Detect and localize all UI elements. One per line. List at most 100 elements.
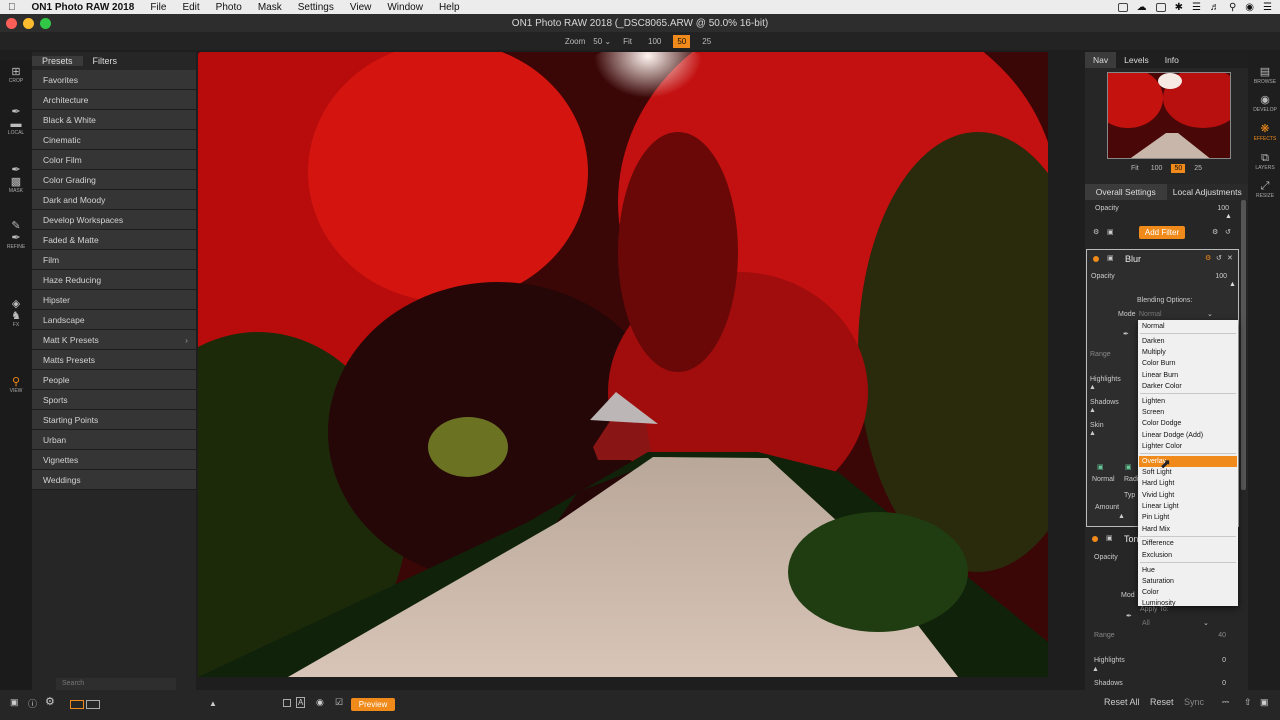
shadows-slider[interactable]: ▲	[1089, 407, 1096, 414]
tab-overall-settings[interactable]: Overall Settings	[1085, 184, 1167, 200]
blend-mode-option[interactable]: Hard Light	[1142, 478, 1236, 489]
menu-help[interactable]: Help	[431, 2, 468, 13]
tab-info[interactable]: Info	[1157, 52, 1187, 68]
zoom-25-button[interactable]: 25	[698, 35, 715, 48]
amount-slider[interactable]: ▲	[1118, 513, 1125, 520]
refine-tool[interactable]: ✎ ✒ REFINE	[0, 220, 32, 250]
preset-category-item[interactable]: Matt K Presets ›	[32, 330, 196, 350]
module-develop[interactable]: ◉ DEVELOP	[1250, 94, 1280, 113]
preset-category-item[interactable]: Faded & Matte	[32, 230, 196, 250]
mode-chevron-icon[interactable]: ⌄	[1207, 310, 1213, 318]
menu-file[interactable]: File	[142, 2, 174, 13]
blend-mode-option[interactable]: Difference	[1142, 538, 1236, 549]
blend-mode-option[interactable]: Screen	[1142, 407, 1236, 418]
local-tool[interactable]: ✒ ▬ LOCAL	[0, 106, 32, 136]
sync-button[interactable]: Sync	[1184, 697, 1204, 707]
blend-mode-option[interactable]: Darken	[1142, 336, 1236, 347]
settings-gear-icon[interactable]: ⚙	[1212, 228, 1218, 236]
blend-mode-option[interactable]: Darker Color	[1142, 381, 1236, 392]
photo-canvas[interactable]	[198, 52, 1048, 677]
blend-mode-option[interactable]: Luminosity	[1142, 598, 1236, 609]
a-mask-icon[interactable]: A	[296, 697, 306, 708]
tone-shadows-value[interactable]: 0	[1196, 680, 1226, 687]
overall-opacity-slider[interactable]: ▲	[1225, 213, 1232, 220]
single-view-icon[interactable]	[70, 700, 84, 709]
compare-view-icon[interactable]	[86, 700, 100, 709]
preset-category-item[interactable]: Film	[32, 250, 196, 270]
crop-tool[interactable]: ⊞ CROP	[0, 66, 32, 84]
preset-category-item[interactable]: Black & White	[32, 110, 196, 130]
tab-presets[interactable]: Presets	[32, 56, 83, 66]
add-filter-button[interactable]: Add Filter	[1139, 226, 1185, 239]
blend-mode-option[interactable]: Color	[1142, 587, 1236, 598]
preset-category-item[interactable]: Dark and Moody	[32, 190, 196, 210]
blend-mode-option[interactable]: Pin Light	[1142, 512, 1236, 523]
tab-filters[interactable]: Filters	[83, 56, 128, 66]
menu-mask[interactable]: Mask	[250, 2, 290, 13]
menu-edit[interactable]: Edit	[174, 2, 207, 13]
help-icon[interactable]: ⓘ	[28, 697, 37, 710]
blend-mode-option[interactable]: Saturation	[1142, 576, 1236, 587]
blur-reset-icon[interactable]: ↺	[1216, 254, 1222, 262]
tab-nav[interactable]: Nav	[1085, 52, 1117, 68]
brush-size-slider[interactable]: ▲	[209, 699, 217, 708]
gear-icon[interactable]: ⚙	[45, 695, 55, 708]
navigator-thumbnail[interactable]	[1107, 72, 1231, 159]
preset-category-item[interactable]: Vignettes	[32, 450, 196, 470]
menu-window[interactable]: Window	[379, 2, 431, 13]
siri-icon[interactable]: ◉	[1245, 2, 1254, 13]
preset-category-item[interactable]: Urban	[32, 430, 196, 450]
highlights-slider[interactable]: ▲	[1089, 384, 1096, 391]
wifi-icon[interactable]: ☰	[1192, 2, 1201, 13]
reset-icon[interactable]: ↺	[1225, 228, 1231, 236]
blend-mode-option[interactable]: Linear Dodge (Add)	[1142, 430, 1236, 441]
nav-zoom-100[interactable]: 100	[1148, 164, 1166, 173]
status-cloud-icon[interactable]: ☁	[1137, 2, 1147, 13]
blur-opacity-value[interactable]: 100	[1197, 273, 1227, 280]
preset-category-item[interactable]: Starting Points	[32, 410, 196, 430]
blend-mode-option[interactable]: Hard Mix	[1142, 524, 1236, 535]
preset-category-item[interactable]: Favorites	[32, 70, 196, 90]
preset-category-item[interactable]: Matts Presets	[32, 350, 196, 370]
mask-tool[interactable]: ✒ ▩ MASK	[0, 164, 32, 194]
status-app-icon[interactable]	[1117, 2, 1128, 12]
checkbox-icon[interactable]: ☑	[335, 697, 343, 708]
tone-range-value[interactable]: 40	[1196, 632, 1226, 639]
zoom-select[interactable]: 50 ⌄	[593, 37, 611, 46]
mask-view-icon[interactable]	[283, 699, 291, 707]
blend-mode-option[interactable]: Normal	[1142, 321, 1236, 332]
tone-eyedropper-icon[interactable]: ✒	[1126, 612, 1132, 620]
apple-icon[interactable]: 	[0, 2, 24, 13]
lock-icon[interactable]: ⚙	[1093, 228, 1099, 236]
preset-category-item[interactable]: Color Film	[32, 150, 196, 170]
share-icon[interactable]: ⇧	[1244, 697, 1252, 708]
menu-view[interactable]: View	[342, 2, 380, 13]
menu-photo[interactable]: Photo	[208, 2, 250, 13]
circle-icon[interactable]: ◉	[316, 697, 324, 708]
zoom-100-button[interactable]: 100	[644, 35, 665, 48]
blend-mode-option[interactable]: Linear Burn	[1142, 370, 1236, 381]
spotlight-icon[interactable]: ⚲	[1229, 2, 1236, 13]
close-window-button[interactable]	[6, 18, 17, 29]
mode-select[interactable]: Normal	[1139, 311, 1162, 318]
zoom-window-button[interactable]	[40, 18, 51, 29]
preview-button[interactable]: Preview	[351, 698, 395, 711]
apply-to-select[interactable]: All	[1142, 620, 1150, 627]
zoom-fit-button[interactable]: Fit	[619, 35, 636, 48]
reset-all-button[interactable]: Reset All	[1104, 697, 1140, 707]
blur-radial-icon[interactable]: ▣	[1125, 463, 1132, 471]
blend-mode-option[interactable]: Lighter Color	[1142, 441, 1236, 452]
zoom-50-button[interactable]: 50	[673, 34, 691, 48]
overall-opacity-value[interactable]: 100	[1205, 205, 1229, 212]
mask-toggle-icon[interactable]: ▣	[1107, 228, 1114, 236]
skin-slider[interactable]: ▲	[1089, 430, 1096, 437]
minimize-window-button[interactable]	[23, 18, 34, 29]
blend-mode-option[interactable]: Hue	[1142, 565, 1236, 576]
blend-mode-option[interactable]: Soft Light	[1142, 467, 1236, 478]
preset-category-item[interactable]: Weddings	[32, 470, 196, 490]
tone-highlights-value[interactable]: 0	[1196, 657, 1226, 664]
notification-icon[interactable]: ☰	[1263, 2, 1272, 13]
preset-category-item[interactable]: People	[32, 370, 196, 390]
module-resize[interactable]: ⤢ RESIZE	[1250, 180, 1280, 199]
sidebar-toggle-icon[interactable]: ▣	[1260, 697, 1269, 708]
